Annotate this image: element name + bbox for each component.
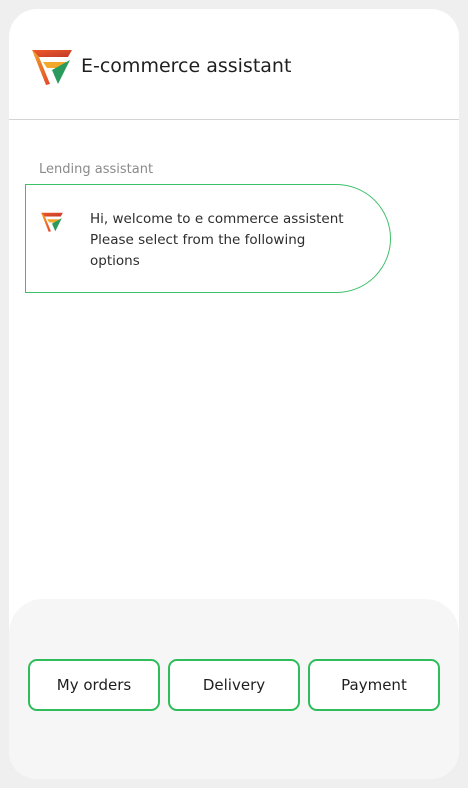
app-title: E-commerce assistant — [81, 55, 292, 77]
message-line: Hi, welcome to e commerce assistent — [90, 211, 344, 227]
my-orders-button[interactable]: My orders — [28, 659, 160, 711]
brand-logo-icon — [32, 50, 72, 85]
options-panel: My orders Delivery Payment — [9, 599, 459, 779]
message-line: Please select from the following — [90, 232, 306, 248]
payment-button[interactable]: Payment — [308, 659, 440, 711]
bot-avatar-icon — [41, 212, 63, 232]
sender-label: Lending assistant — [39, 162, 154, 177]
chat-window: E-commerce assistant Lending assistant H… — [9, 9, 459, 779]
delivery-button[interactable]: Delivery — [168, 659, 300, 711]
chat-header: E-commerce assistant — [9, 9, 459, 120]
message-bubble: Hi, welcome to e commerce assistent Plea… — [25, 184, 391, 293]
message-text: Hi, welcome to e commerce assistent Plea… — [90, 209, 375, 272]
message-line: options — [90, 253, 140, 269]
